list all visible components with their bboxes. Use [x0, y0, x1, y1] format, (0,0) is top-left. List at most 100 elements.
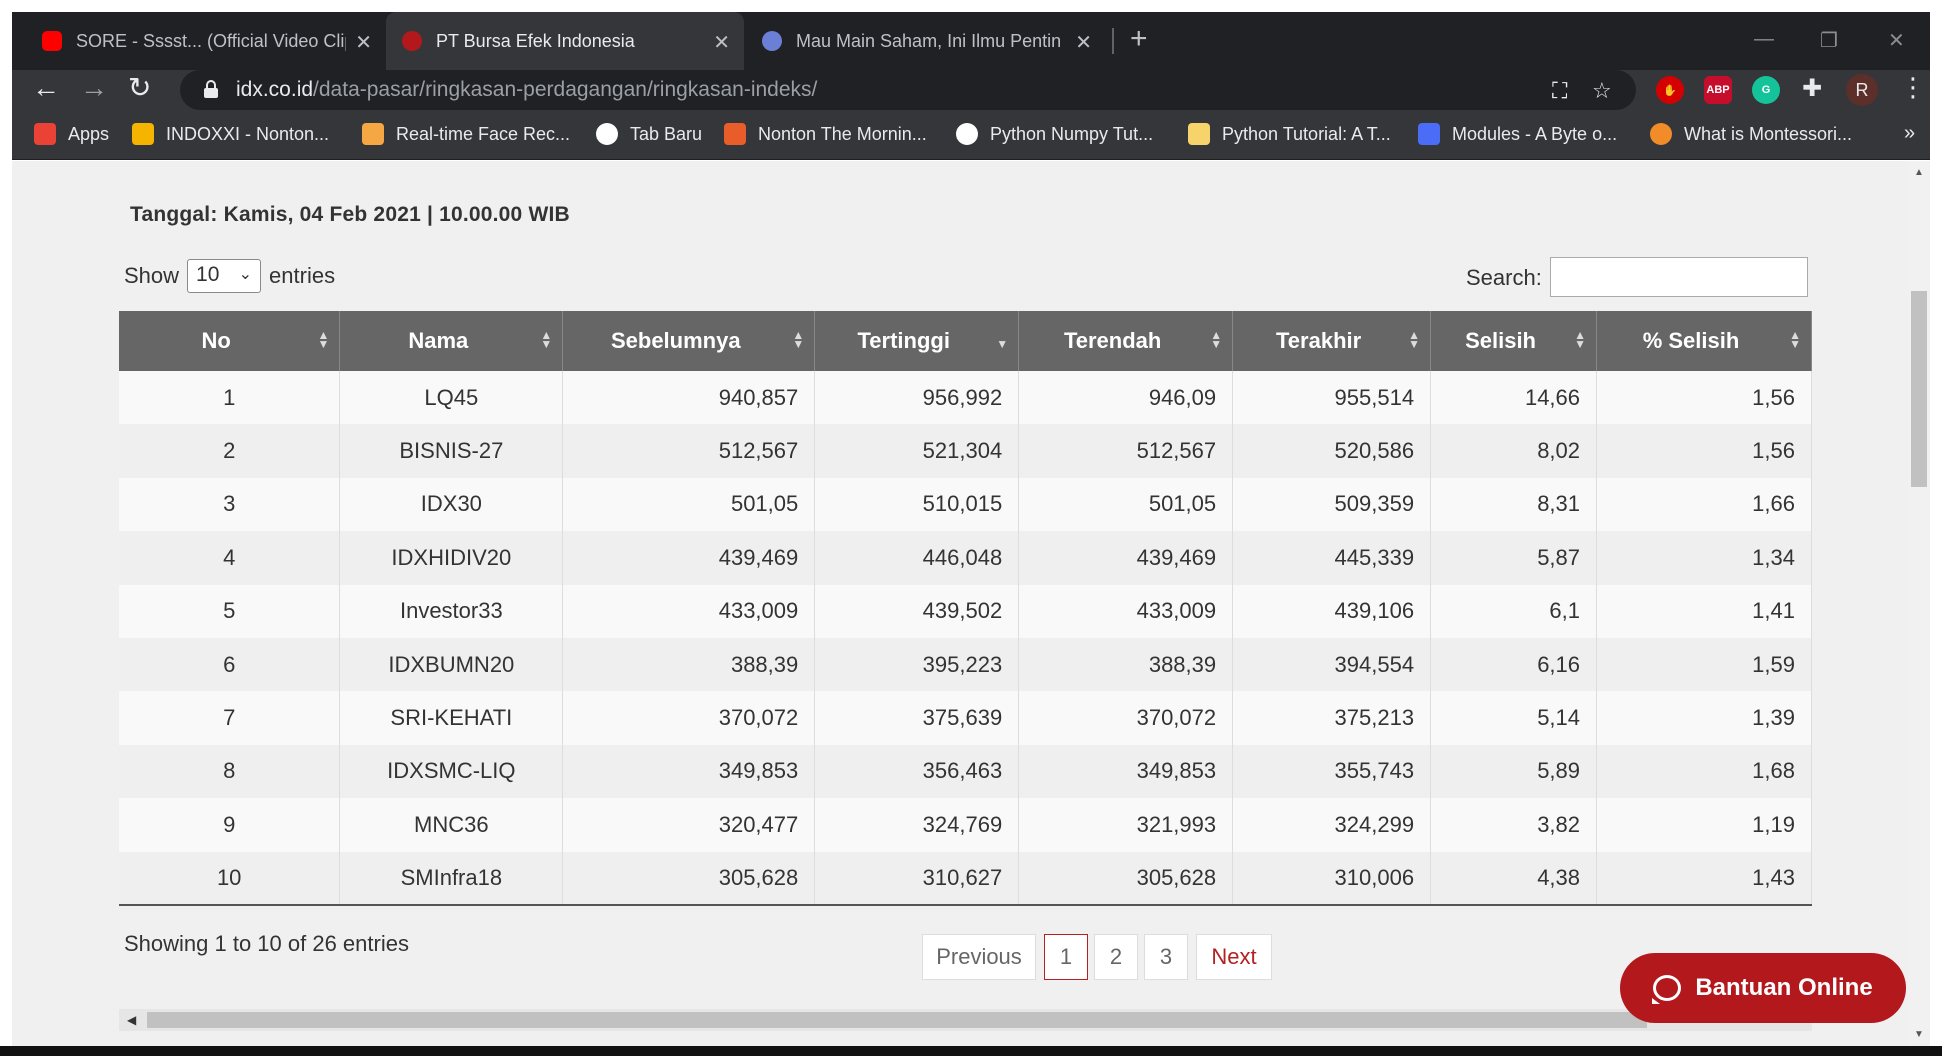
table-cell: 940,857: [562, 371, 816, 425]
table-row: 3 IDX30 501,05 510,015 501,05 509,359 8,31 1,66: [119, 477, 1812, 532]
grammarly-icon[interactable]: G: [1752, 76, 1780, 104]
vertical-scrollbar[interactable]: ▲ ▼: [1908, 161, 1930, 1046]
column-header[interactable]: Nama ▲ ▼: [339, 311, 564, 371]
column-header[interactable]: Terakhir ▲ ▼: [1232, 311, 1432, 371]
sort-icon[interactable]: ▲ ▼: [1574, 329, 1586, 350]
table-cell: 388,39: [562, 637, 816, 692]
table-cell: 520,586: [1232, 424, 1432, 478]
sort-icon[interactable]: ▲ ▼: [792, 329, 804, 350]
bantuan-online-button[interactable]: Bantuan Online: [1620, 953, 1906, 1023]
table-cell: 3,82: [1430, 798, 1598, 852]
table-cell: 433,009: [562, 584, 816, 638]
table-cell: 349,853: [562, 744, 816, 799]
table-cell: 1,19: [1596, 798, 1812, 852]
table-cell: 956,992: [814, 371, 1020, 425]
sort-icon[interactable]: ▲ ▼: [317, 329, 329, 350]
profile-avatar[interactable]: R: [1846, 74, 1878, 106]
table-row: 4 IDXHIDIV20 439,469 446,048 439,469 445,339 5…: [119, 531, 1812, 585]
bookmark-modules[interactable]: Modules - A Byte o...: [1418, 123, 1617, 145]
address-bar[interactable]: idx.co.id/data-pasar/ringkasan-perdagang…: [180, 70, 1636, 110]
table-cell: 439,106: [1232, 584, 1432, 638]
bookmarks-more-icon[interactable]: »: [1904, 122, 1915, 145]
table-cell: 370,072: [1018, 691, 1234, 745]
table-cell: 370,072: [562, 691, 816, 745]
next-page-button[interactable]: Next: [1196, 934, 1272, 980]
tab-news[interactable]: Mau Main Saham, Ini Ilmu Pentin ✕: [746, 12, 1106, 70]
byte-icon: [1418, 123, 1440, 145]
column-header[interactable]: Selisih ▲ ▼: [1430, 311, 1598, 371]
page-button-2[interactable]: 2: [1094, 934, 1138, 980]
close-icon[interactable]: ✕: [1075, 30, 1092, 55]
menu-kebab-icon[interactable]: ⋮: [1900, 72, 1926, 103]
table-cell: 1,43: [1596, 851, 1812, 906]
sort-icon[interactable]: ▼: [996, 331, 1008, 350]
apps-grid-icon: [34, 123, 56, 145]
bookmark-apps[interactable]: Apps: [34, 123, 109, 145]
chat-bubble-icon: [1652, 975, 1682, 1004]
back-icon[interactable]: ←: [32, 72, 60, 104]
restore-icon[interactable]: ❐: [1820, 28, 1838, 53]
bookmark-numpy[interactable]: Python Numpy Tut...: [956, 123, 1153, 145]
browser-window: SORE - Sssst... (Official Video Clip ✕ P…: [0, 0, 1942, 1056]
page-button-1[interactable]: 1: [1044, 934, 1088, 980]
scrollbar-thumb[interactable]: [147, 1012, 1647, 1028]
bookmark-nonton[interactable]: Nonton The Mornin...: [724, 123, 927, 145]
table-cell: IDXSMC-LIQ: [339, 744, 564, 799]
bookmark-indoxxi[interactable]: INDOXXI - Nonton...: [132, 123, 329, 145]
table-cell: 1,68: [1596, 744, 1812, 799]
forward-icon[interactable]: →: [80, 72, 108, 104]
table-cell: 1,39: [1596, 691, 1812, 745]
column-header[interactable]: Terendah ▲ ▼: [1018, 311, 1234, 371]
table-info: Showing 1 to 10 of 26 entries: [124, 931, 409, 956]
bookmark-montessori[interactable]: What is Montessori...: [1650, 123, 1852, 145]
column-header[interactable]: % Selisih ▲ ▼: [1596, 311, 1812, 371]
scroll-down-icon[interactable]: ▼: [1914, 1029, 1924, 1040]
reload-icon[interactable]: ↻: [128, 72, 151, 104]
table-cell: 1,34: [1596, 531, 1812, 585]
search-input[interactable]: [1550, 257, 1808, 297]
sort-icon[interactable]: ▲ ▼: [540, 329, 552, 350]
table-cell: 512,567: [1018, 424, 1234, 478]
tab-idx[interactable]: PT Bursa Efek Indonesia ✕: [386, 12, 744, 70]
scrollbar-thumb[interactable]: [1911, 291, 1927, 487]
tab-youtube[interactable]: SORE - Sssst... (Official Video Clip ✕: [26, 12, 386, 70]
previous-page-button[interactable]: Previous: [922, 934, 1036, 980]
adblock-icon[interactable]: ✋: [1656, 76, 1684, 104]
window-close-icon[interactable]: ✕: [1888, 28, 1905, 53]
table-cell: 324,769: [814, 798, 1020, 852]
table-cell: 388,39: [1018, 637, 1234, 692]
entries-select[interactable]: 10 ⌄: [187, 259, 262, 293]
table-cell: 501,05: [1018, 477, 1234, 532]
table-cell: 5,14: [1430, 691, 1598, 745]
table-cell: 510,015: [814, 477, 1020, 532]
close-icon[interactable]: ✕: [713, 30, 730, 55]
chevron-down-icon: ⌄: [238, 266, 253, 283]
abp-icon[interactable]: ABP: [1704, 76, 1732, 104]
scroll-up-icon[interactable]: ▲: [1914, 167, 1924, 178]
table-cell: IDXHIDIV20: [339, 531, 564, 585]
close-icon[interactable]: ✕: [355, 30, 372, 55]
horizontal-scrollbar[interactable]: ◀: [119, 1009, 1812, 1031]
search-label: Search:: [1466, 265, 1542, 290]
sort-icon[interactable]: ▲ ▼: [1789, 329, 1801, 350]
sort-icon[interactable]: ▲ ▼: [1408, 329, 1420, 350]
scroll-left-icon[interactable]: ◀: [127, 1013, 136, 1027]
page-button-3[interactable]: 3: [1144, 934, 1188, 980]
extensions-puzzle-icon[interactable]: ✚: [1802, 74, 1822, 103]
bookmark-star-icon[interactable]: ☆: [1592, 78, 1612, 104]
translate-icon[interactable]: ⛶: [1552, 78, 1567, 104]
table-cell: 445,339: [1232, 531, 1432, 585]
bookmark-face-rec[interactable]: Real-time Face Rec...: [362, 123, 570, 145]
sort-icon[interactable]: ▲ ▼: [1210, 329, 1222, 350]
new-tab-button[interactable]: +: [1130, 24, 1148, 54]
bookmarks-bar: Apps INDOXXI - Nonton... Real-time Face …: [12, 110, 1930, 160]
browser-toolbar: ← → ↻ idx.co.id/data-pasar/ringkasan-per…: [12, 70, 1930, 110]
column-header[interactable]: Sebelumnya ▲ ▼: [562, 311, 816, 371]
table-cell: 6,16: [1430, 637, 1598, 692]
column-header[interactable]: Tertinggi ▼: [814, 311, 1020, 371]
minimize-icon[interactable]: —: [1754, 28, 1774, 51]
bookmark-python-tutorial[interactable]: Python Tutorial: A T...: [1188, 123, 1391, 145]
column-header[interactable]: No ▲ ▼: [119, 311, 341, 371]
table-cell: 355,743: [1232, 744, 1432, 799]
bookmark-tab-baru[interactable]: Tab Baru: [596, 123, 702, 145]
